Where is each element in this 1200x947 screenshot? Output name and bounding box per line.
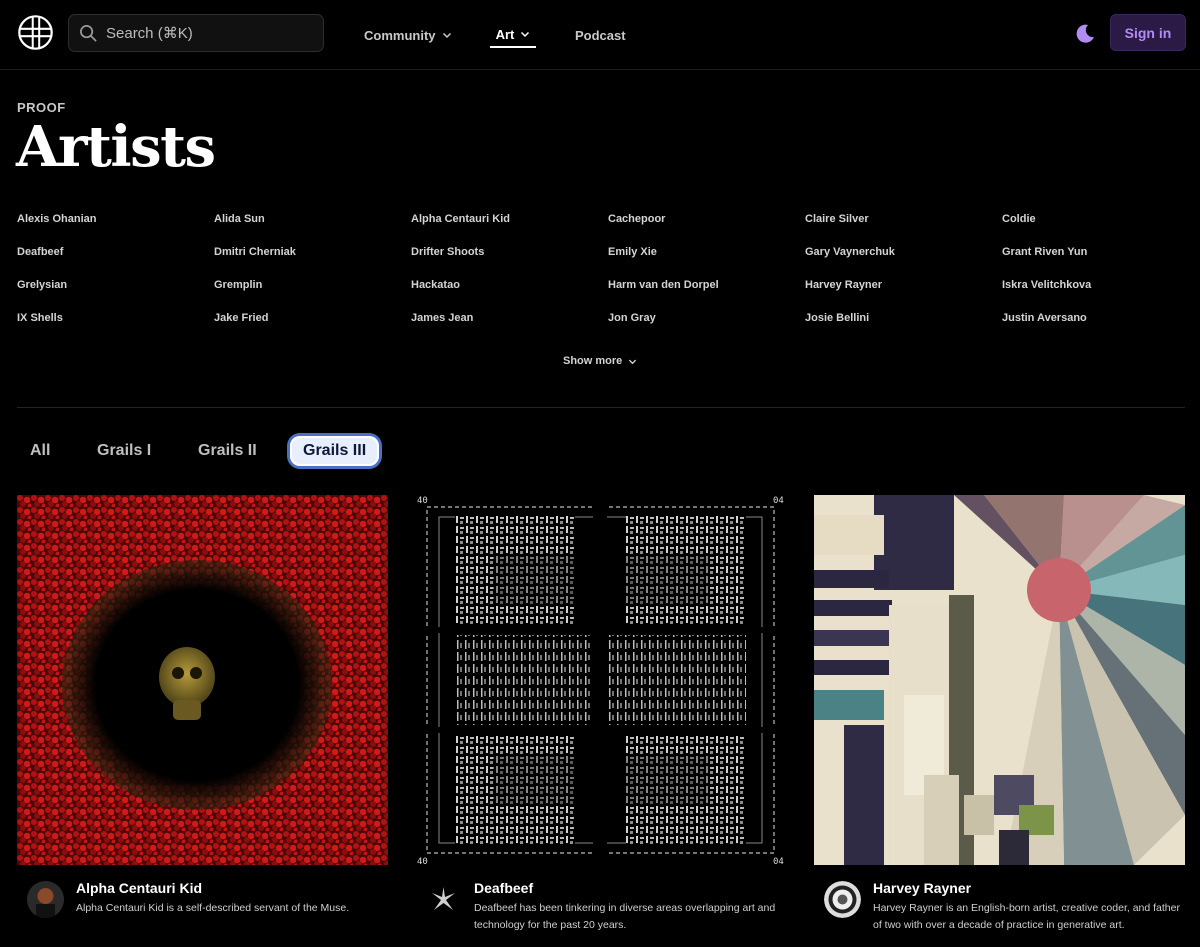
artist-link[interactable]: Iskra Velitchkova [1002,279,1199,294]
artist-link[interactable]: Emily Xie [608,246,805,261]
show-more-label: Show more [563,355,623,367]
artist-link[interactable]: Coldie [1002,213,1199,228]
artist-link[interactable]: Alida Sun [214,213,411,228]
tab-grails-1[interactable]: Grails I [97,436,151,466]
tab-grails-2[interactable]: Grails II [198,436,257,466]
artist-description: Deafbeef has been tinkering in diverse a… [474,902,776,931]
artist-link[interactable]: Gary Vaynerchuk [805,246,1002,261]
search-box[interactable] [68,14,324,52]
search-input[interactable] [106,24,306,42]
tab-grails-3[interactable]: Grails III [290,436,380,466]
show-more-button[interactable]: Show more [563,355,637,367]
chevron-down-icon [629,359,637,364]
artist-avatar [425,881,462,918]
artist-link[interactable]: IX Shells [17,312,214,327]
artist-description: Alpha Centauri Kid is a self-described s… [76,902,350,914]
artist-avatar [824,881,861,918]
artist-link[interactable]: Gremplin [214,279,411,294]
artist-link[interactable]: Josie Bellini [805,312,1002,327]
nav-podcast[interactable]: Podcast [575,22,626,48]
artist-link[interactable]: Justin Aversano [1002,312,1199,327]
chevron-down-icon [521,31,530,38]
artist-link[interactable]: Deafbeef [17,246,214,261]
nav-community-label: Community [364,27,436,43]
artist-card[interactable]: Harvey Rayner Harvey Rayner is an Englis… [814,495,1185,934]
artwork-image[interactable]: 40 04 40 04 [415,495,786,865]
page-eyebrow: PROOF [17,100,66,115]
art-corner-label: 04 [773,496,784,506]
art-corner-label: 40 [417,496,428,506]
art-corner-label: 04 [773,857,784,865]
artist-link[interactable]: Harvey Rayner [805,279,1002,294]
artist-description: Harvey Rayner is an English-born artist,… [873,902,1180,931]
artist-card[interactable]: Alpha Centauri Kid Alpha Centauri Kid is… [17,495,388,918]
artist-link[interactable]: Cachepoor [608,213,805,228]
artist-link[interactable]: Dmitri Cherniak [214,246,411,261]
artist-link[interactable]: Harm van den Dorpel [608,279,805,294]
artist-link[interactable]: James Jean [411,312,608,327]
search-icon [80,24,97,42]
artist-link[interactable]: Alexis Ohanian [17,213,214,228]
artist-link[interactable]: Claire Silver [805,213,1002,228]
top-header: Community Art Podcast Sign in [0,0,1200,70]
tab-all[interactable]: All [30,436,50,466]
chevron-down-icon [442,32,451,39]
artist-link[interactable]: Jon Gray [608,312,805,327]
artist-name[interactable]: Deafbeef [474,879,786,897]
artist-list: Alexis Ohanian Alida Sun Alpha Centauri … [17,213,1197,327]
sign-in-button[interactable]: Sign in [1110,14,1186,51]
artist-card[interactable]: 40 04 40 04 Deafbeef Deafbeef has been t… [415,495,786,934]
artist-name[interactable]: Harvey Rayner [873,879,1185,897]
artist-link[interactable]: Grelysian [17,279,214,294]
artist-avatar [27,881,64,918]
artist-link[interactable]: Grant Riven Yun [1002,246,1199,261]
art-corner-label: 40 [417,857,428,865]
artist-name[interactable]: Alpha Centauri Kid [76,879,388,897]
nav-art[interactable]: Art [490,22,536,48]
artist-link[interactable]: Jake Fried [214,312,411,327]
artist-link[interactable]: Hackatao [411,279,608,294]
artwork-image[interactable] [814,495,1185,865]
nav-podcast-label: Podcast [575,27,626,43]
artist-link[interactable]: Drifter Shoots [411,246,608,261]
artist-link[interactable]: Alpha Centauri Kid [411,213,608,228]
moon-icon[interactable] [1073,22,1097,46]
section-divider [17,407,1185,408]
artwork-image[interactable] [17,495,388,865]
globe-logo-icon[interactable] [17,14,54,51]
nav-art-label: Art [495,26,515,42]
page-title: Artists [16,114,216,180]
nav-community[interactable]: Community [364,22,452,48]
